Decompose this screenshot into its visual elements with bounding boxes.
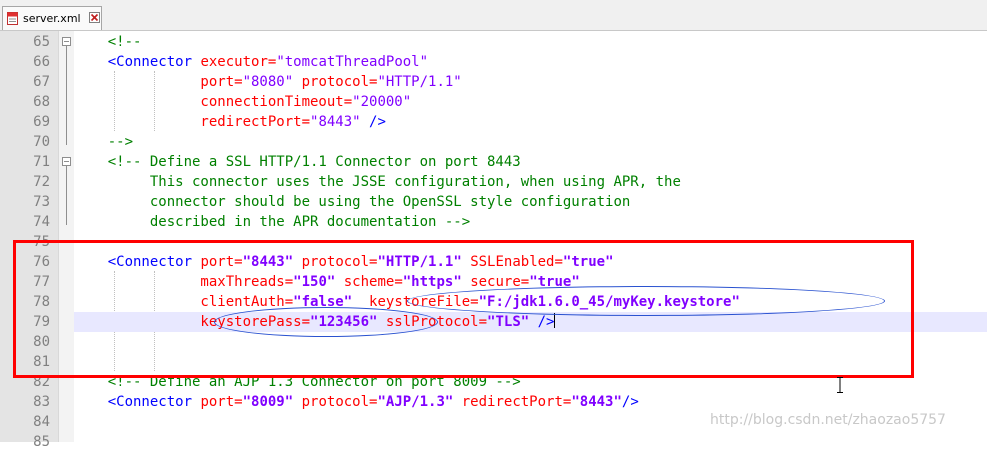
- line-number: 68: [33, 94, 50, 110]
- xml-file-icon: [7, 12, 18, 25]
- line-number: 85: [33, 434, 50, 450]
- code-line[interactable]: 70 -->: [33, 132, 987, 152]
- code-text: port="8080" protocol="HTTP/1.1": [74, 72, 462, 92]
- code-token: "8443": [310, 114, 361, 130]
- code-token: described in the APR documentation -->: [74, 214, 471, 230]
- code-token: <Connector: [74, 394, 193, 410]
- tab-label: server.xml: [23, 12, 81, 25]
- code-text: -->: [74, 132, 133, 152]
- tab-bar: server.xml: [0, 0, 987, 31]
- code-token: "20000": [352, 94, 412, 110]
- code-token: -->: [74, 134, 134, 150]
- code-text: <Connector executor="tomcatThreadPool": [74, 52, 428, 72]
- code-text: <Connector port="8009" protocol="AJP/1.3…: [74, 392, 639, 412]
- annotation-ellipse-keystorepass: [214, 307, 438, 337]
- code-line[interactable]: 72 This connector uses the JSSE configur…: [33, 172, 987, 192]
- code-token: />: [621, 394, 639, 410]
- line-number: 67: [33, 74, 50, 90]
- code-text: This connector uses the JSSE configurati…: [74, 172, 681, 192]
- code-line[interactable]: 83 <Connector port="8009" protocol="AJP/…: [33, 392, 987, 412]
- code-token: "8009": [242, 394, 294, 410]
- tab-server-xml[interactable]: server.xml: [2, 6, 102, 30]
- watermark: http://blog.csdn.net/zhaozao5757: [710, 412, 946, 428]
- code-token: "tomcatThreadPool": [276, 54, 429, 70]
- annotation-ellipse-keystorefile: [407, 286, 885, 316]
- line-number: 71: [33, 154, 50, 170]
- code-text: described in the APR documentation -->: [74, 212, 470, 232]
- mouse-ibeam-cursor-icon: [837, 377, 843, 393]
- code-token: executor=: [192, 54, 277, 70]
- code-line[interactable]: 73 connector should be using the OpenSSL…: [33, 192, 987, 212]
- fold-line: [66, 165, 67, 225]
- code-line[interactable]: 85: [33, 432, 987, 452]
- code-line[interactable]: 68 connectionTimeout="20000": [33, 92, 987, 112]
- code-token: redirectPort=: [74, 114, 311, 130]
- code-line[interactable]: 66 <Connector executor="tomcatThreadPool…: [33, 52, 987, 72]
- line-number: 70: [33, 134, 50, 150]
- code-token: protocol=: [293, 74, 378, 90]
- code-token: "AJP/1.3": [377, 394, 454, 410]
- code-text: connector should be using the OpenSSL st…: [74, 192, 630, 212]
- fold-collapse-icon[interactable]: [62, 157, 71, 166]
- fold-margin[interactable]: [58, 31, 74, 442]
- code-line[interactable]: 65 <!--: [33, 32, 987, 52]
- code-line[interactable]: 67 port="8080" protocol="HTTP/1.1": [33, 72, 987, 92]
- code-token: />: [360, 114, 386, 130]
- line-number: 65: [33, 34, 50, 50]
- code-editor[interactable]: 65 <!-- 66 <Connector executor="tomcatThr…: [33, 31, 987, 450]
- code-token: port=: [192, 394, 243, 410]
- code-text: connectionTimeout="20000": [74, 92, 411, 112]
- code-text: redirectPort="8443" />: [74, 112, 386, 132]
- code-token: redirectPort=: [453, 394, 572, 410]
- line-number: 84: [33, 414, 50, 430]
- code-token: connector should be using the OpenSSL st…: [74, 194, 631, 210]
- fold-collapse-icon[interactable]: [62, 37, 71, 46]
- fold-line: [66, 45, 67, 145]
- code-line[interactable]: 74 described in the APR documentation --…: [33, 212, 987, 232]
- code-line[interactable]: 69 redirectPort="8443" />: [33, 112, 987, 132]
- line-number: 69: [33, 114, 50, 130]
- code-token: <!--: [74, 34, 142, 50]
- code-token: <!-- Define a SSL HTTP/1.1 Connector on …: [74, 154, 521, 170]
- code-token: <Connector: [74, 54, 193, 70]
- code-text: <!-- Define a SSL HTTP/1.1 Connector on …: [74, 152, 521, 172]
- code-line[interactable]: 71 <!-- Define a SSL HTTP/1.1 Connector …: [33, 152, 987, 172]
- code-token: This connector uses the JSSE configurati…: [74, 174, 681, 190]
- line-number: 74: [33, 214, 50, 230]
- line-number: 72: [33, 174, 50, 190]
- line-number: 83: [33, 394, 50, 410]
- close-icon[interactable]: [89, 12, 100, 23]
- code-token: protocol=: [293, 394, 378, 410]
- code-text: <!--: [74, 32, 142, 52]
- code-token: port=: [74, 74, 243, 90]
- line-number: 73: [33, 194, 50, 210]
- code-token: connectionTimeout=: [74, 94, 353, 110]
- code-token: "8443": [571, 394, 622, 410]
- code-token: "8080": [242, 74, 294, 90]
- line-number: 66: [33, 54, 50, 70]
- code-token: "HTTP/1.1": [377, 74, 462, 90]
